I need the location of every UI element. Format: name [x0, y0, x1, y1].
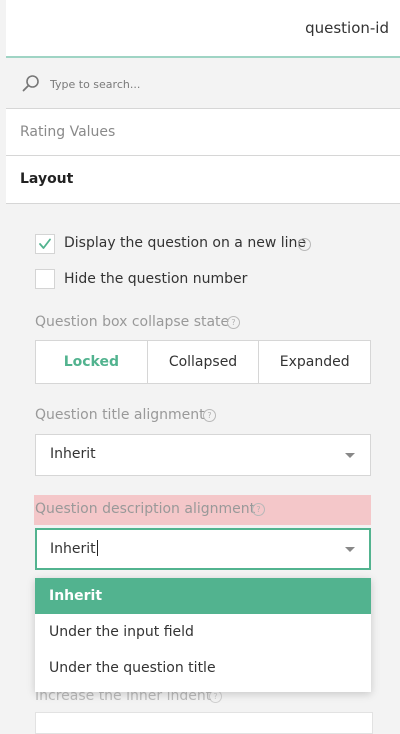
- description-alignment-dropdown[interactable]: Inherit: [35, 528, 371, 570]
- search-icon: [22, 75, 39, 92]
- new-line-checkbox[interactable]: [35, 234, 55, 254]
- chevron-down-icon: [345, 547, 355, 552]
- new-line-label: Display the question on a new line: [64, 235, 306, 251]
- dropdown-value: Inherit: [50, 540, 98, 557]
- dropdown-value: Inherit: [50, 446, 96, 462]
- title-alignment-title: Question title alignment: [35, 407, 205, 423]
- category-label: Layout: [20, 171, 74, 187]
- collapsed-button[interactable]: Collapsed: [148, 341, 260, 383]
- expanded-button[interactable]: Expanded: [259, 341, 370, 383]
- collapse-state-title: Question box collapse state: [35, 314, 230, 330]
- option-under-title[interactable]: Under the question title: [35, 650, 371, 686]
- locked-button[interactable]: Locked: [36, 341, 148, 383]
- check-icon: [39, 238, 51, 249]
- property-grid-header: question-id: [6, 0, 400, 58]
- hide-number-checkbox[interactable]: [35, 269, 55, 289]
- property-grid-panel: question-id Rating Values Layout Display…: [6, 0, 400, 734]
- help-icon[interactable]: ?: [203, 409, 216, 422]
- category-rating-values[interactable]: Rating Values: [6, 109, 400, 156]
- inner-indent-control[interactable]: [35, 712, 373, 734]
- category-layout[interactable]: Layout: [6, 156, 400, 204]
- description-alignment-title: Question description alignment: [35, 501, 256, 517]
- title-alignment-dropdown[interactable]: Inherit: [35, 434, 371, 476]
- text-caret: [96, 540, 98, 556]
- dropdown-value-text: Inherit: [50, 541, 96, 557]
- help-icon[interactable]: ?: [227, 316, 240, 329]
- hide-number-label: Hide the question number: [64, 271, 248, 287]
- object-name: question-id: [305, 19, 389, 37]
- help-icon[interactable]: ?: [252, 503, 265, 516]
- help-icon[interactable]: ?: [298, 238, 311, 251]
- option-inherit[interactable]: Inherit: [35, 578, 371, 614]
- chevron-down-icon: [345, 453, 355, 458]
- collapse-state-button-group: Locked Collapsed Expanded: [35, 340, 371, 384]
- description-alignment-options: Inherit Under the input field Under the …: [35, 578, 371, 692]
- search-bar: [6, 58, 400, 109]
- layout-properties: Display the question on a new line ? Hid…: [6, 204, 400, 734]
- option-under-input[interactable]: Under the input field: [35, 614, 371, 650]
- search-input[interactable]: [48, 73, 382, 95]
- category-label: Rating Values: [20, 124, 116, 140]
